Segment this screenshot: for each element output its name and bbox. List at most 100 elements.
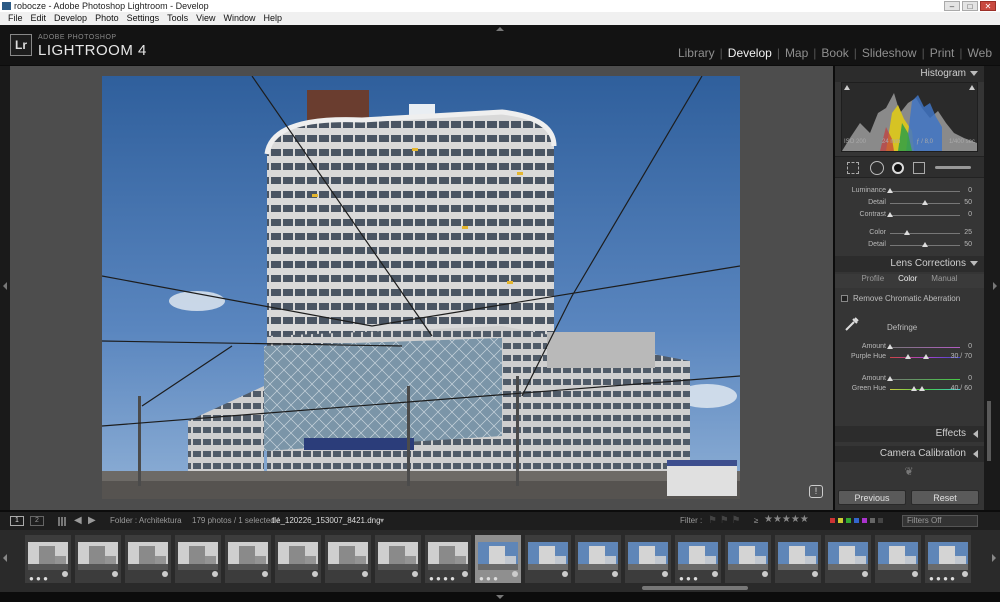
filmstrip-thumbnail[interactable] (624, 534, 672, 584)
module-slideshow[interactable]: Slideshow (862, 46, 917, 60)
purple-amount-slider[interactable]: Amount 0 (835, 342, 984, 352)
highlight-clipping-icon[interactable] (969, 85, 975, 90)
color-noise-slider[interactable]: Color 25 (835, 228, 984, 238)
slider-handle[interactable] (922, 200, 928, 205)
lens-corrections-header[interactable]: Lens Corrections (835, 256, 984, 272)
module-map[interactable]: Map (785, 46, 808, 60)
slider-handle[interactable] (905, 354, 911, 359)
panel-scrollbar[interactable] (987, 401, 991, 461)
back-arrow-icon[interactable]: ◀ (74, 515, 82, 526)
filmstrip-thumbnail[interactable] (774, 534, 822, 584)
close-button[interactable]: ✕ (980, 1, 996, 11)
slider-handle[interactable] (887, 376, 893, 381)
filters-off-dropdown[interactable]: Filters Off (902, 515, 978, 527)
histogram-header[interactable]: Histogram (835, 66, 984, 82)
filmstrip-thumbnail[interactable]: ● ● ● (474, 534, 522, 584)
slider-handle[interactable] (904, 230, 910, 235)
grid-view-icon[interactable] (58, 517, 67, 526)
checkbox-icon[interactable] (841, 295, 848, 302)
module-book[interactable]: Book (821, 46, 848, 60)
tab-profile[interactable]: Profile (861, 274, 884, 288)
shadow-clipping-icon[interactable] (844, 85, 850, 90)
adjustment-brush-icon[interactable] (935, 166, 971, 169)
folder-label[interactable]: Folder : Architektura (110, 516, 182, 525)
selected-filename[interactable]: tle_120226_153007_8421.dng (272, 516, 381, 525)
menu-file[interactable]: File (4, 12, 27, 25)
module-library[interactable]: Library (678, 46, 715, 60)
green-hue-slider[interactable]: Green Hue 40 / 60 (835, 384, 984, 394)
filmstrip-thumbnail[interactable] (224, 534, 272, 584)
crop-tool-icon[interactable] (847, 162, 859, 174)
menu-settings[interactable]: Settings (123, 12, 164, 25)
collapse-right-panel-icon[interactable] (993, 282, 997, 290)
red-eye-icon[interactable] (892, 162, 904, 174)
left-panel-collapsed[interactable] (0, 66, 10, 510)
filmstrip-thumbnail[interactable]: ● ● ● ● (424, 534, 472, 584)
filmstrip-thumbnail[interactable] (324, 534, 372, 584)
forward-arrow-icon[interactable]: ▶ (88, 515, 96, 526)
previous-button[interactable]: Previous (838, 490, 906, 505)
image-workspace[interactable]: ! (10, 66, 833, 510)
collapse-top-panel-icon[interactable] (496, 27, 504, 31)
filmstrip-thumbnail[interactable]: ● ● ● (24, 534, 72, 584)
minimize-button[interactable]: – (944, 1, 960, 11)
color-detail-slider[interactable]: Detail 50 (835, 240, 984, 250)
menu-develop[interactable]: Develop (50, 12, 91, 25)
luminance-detail-slider[interactable]: Detail 50 (835, 198, 984, 208)
filmstrip-thumbnail[interactable]: ● ● ● (674, 534, 722, 584)
menu-window[interactable]: Window (220, 12, 260, 25)
spot-removal-icon[interactable] (870, 161, 884, 175)
tab-manual[interactable]: Manual (931, 274, 957, 288)
filmstrip-thumbnail[interactable] (174, 534, 222, 584)
filmstrip-thumbnail[interactable] (574, 534, 622, 584)
camera-calibration-header[interactable]: Camera Calibration (835, 446, 984, 462)
filmstrip-thumbnail[interactable] (524, 534, 572, 584)
menu-photo[interactable]: Photo (91, 12, 123, 25)
green-amount-slider[interactable]: Amount 0 (835, 374, 984, 384)
filmstrip-scrollbar[interactable] (642, 586, 748, 590)
graduated-filter-icon[interactable] (913, 162, 925, 174)
remove-ca-checkbox[interactable]: Remove Chromatic Aberration (841, 294, 960, 303)
rating-stars-icon[interactable]: ★★★★★ (764, 514, 809, 525)
filmstrip-thumbnail[interactable]: ● ● ● ● (924, 534, 972, 584)
menu-view[interactable]: View (192, 12, 219, 25)
module-develop[interactable]: Develop (728, 46, 772, 60)
right-panel-edge[interactable] (984, 66, 1000, 510)
scroll-left-icon[interactable] (3, 554, 7, 562)
color-label-filter[interactable] (830, 518, 883, 523)
slider-handle[interactable] (911, 386, 917, 391)
filmstrip-thumbnail[interactable] (74, 534, 122, 584)
scroll-right-icon[interactable] (992, 554, 996, 562)
filename-dropdown-icon[interactable]: ▾ (380, 516, 384, 525)
luminance-contrast-slider[interactable]: Contrast 0 (835, 210, 984, 220)
slider-handle[interactable] (887, 188, 893, 193)
luminance-slider[interactable]: Luminance 0 (835, 186, 984, 196)
effects-header[interactable]: Effects (835, 426, 984, 442)
slider-handle[interactable] (923, 354, 929, 359)
info-overlay-button[interactable]: ! (809, 485, 823, 498)
filmstrip-thumbnail[interactable] (374, 534, 422, 584)
slider-handle[interactable] (919, 386, 925, 391)
slider-handle[interactable] (922, 242, 928, 247)
collapse-filmstrip-icon[interactable] (496, 595, 504, 599)
flag-filter-icons[interactable]: ⚑ ⚑ ⚑ (708, 515, 740, 526)
filmstrip-thumbnail[interactable] (724, 534, 772, 584)
rating-operator[interactable]: ≥ (754, 516, 758, 525)
purple-hue-slider[interactable]: Purple Hue 30 / 70 (835, 352, 984, 362)
eyedropper-icon[interactable] (844, 316, 860, 332)
filmstrip-thumbnail[interactable] (274, 534, 322, 584)
slider-handle[interactable] (887, 212, 893, 217)
reset-button[interactable]: Reset (911, 490, 979, 505)
photo-preview[interactable] (102, 76, 740, 499)
menu-tools[interactable]: Tools (163, 12, 192, 25)
maximize-button[interactable]: □ (962, 1, 978, 11)
module-web[interactable]: Web (968, 46, 992, 60)
filmstrip-thumbnail[interactable] (824, 534, 872, 584)
expand-left-panel-icon[interactable] (3, 282, 7, 290)
menu-edit[interactable]: Edit (27, 12, 51, 25)
tab-color[interactable]: Color (898, 274, 917, 288)
main-window-button[interactable]: 1 (10, 516, 24, 526)
slider-handle[interactable] (887, 344, 893, 349)
filmstrip-thumbnail[interactable] (124, 534, 172, 584)
module-print[interactable]: Print (930, 46, 955, 60)
